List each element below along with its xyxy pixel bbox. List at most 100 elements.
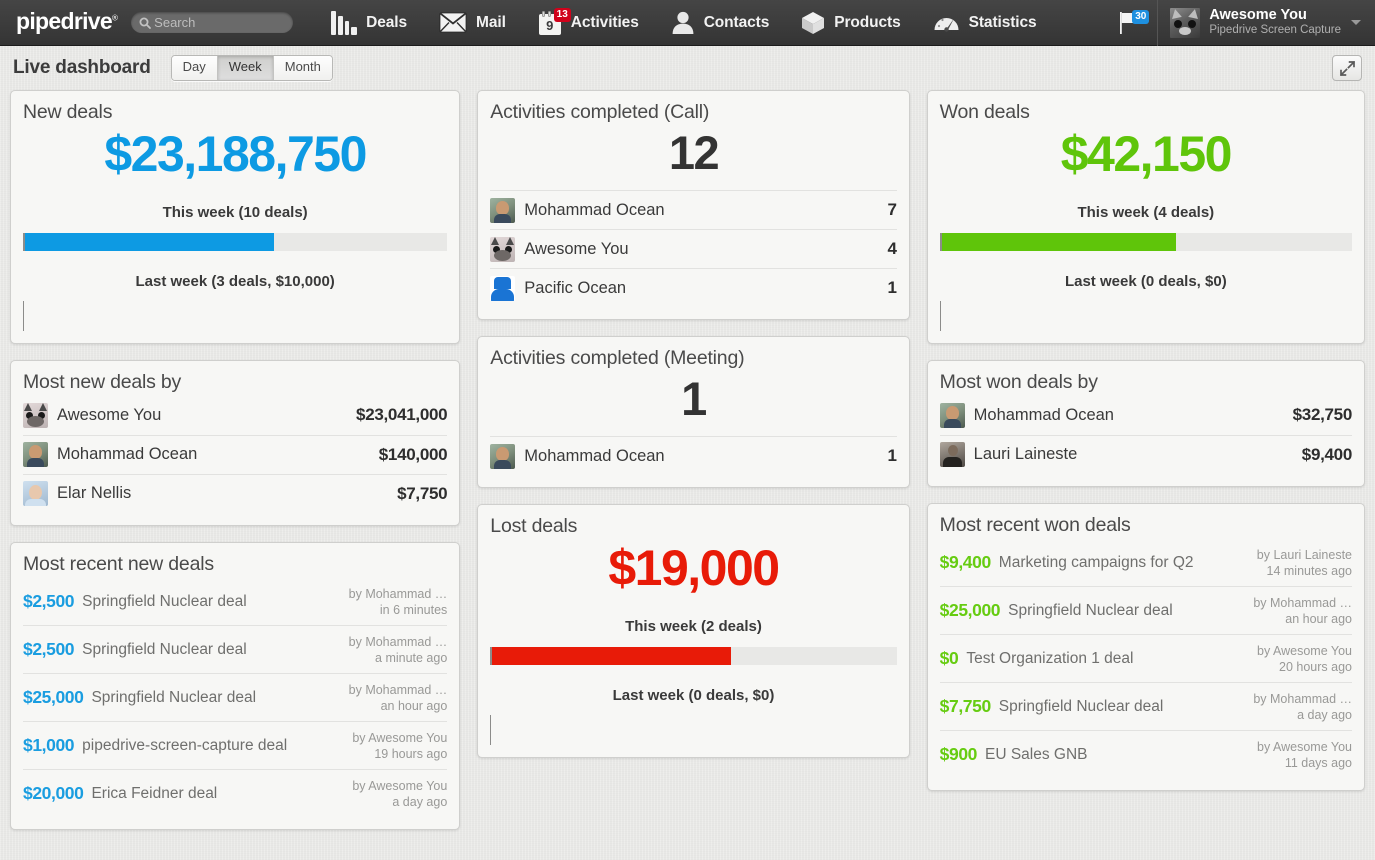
user-avatar: [1170, 7, 1201, 38]
deal-row[interactable]: $0 Test Organization 1 deal by Awesome Y…: [939, 633, 1352, 682]
box-icon: [801, 11, 825, 35]
deals-pipeline-icon: [331, 10, 358, 35]
dashboard-grid: New deals $23,188,750 This week (10 deal…: [0, 90, 1375, 830]
list-item[interactable]: Mohammad Ocean 1: [490, 436, 897, 475]
card-most-recent-new-deals: Most recent new deals $2,500 Springfield…: [10, 541, 461, 830]
new-deals-this-week-bar: [23, 232, 448, 251]
person-value: 4: [887, 239, 897, 259]
new-deals-last-week-bar: [23, 300, 447, 331]
deal-amount: $7,750: [939, 696, 992, 716]
deal-author: by Awesome You: [352, 730, 448, 745]
notifications-flag-button[interactable]: 30: [1109, 0, 1157, 46]
deal-time: 14 minutes ago: [1266, 563, 1352, 578]
chevron-down-icon[interactable]: [1351, 20, 1361, 25]
list-item[interactable]: Awesome You 4: [490, 229, 897, 268]
dashboard-header: Live dashboard Day Week Month: [0, 46, 1375, 90]
card-new-deals: New deals $23,188,750 This week (10 deal…: [10, 90, 461, 344]
deal-meta: by Mohammad … a minute ago: [339, 634, 448, 666]
nav-item-activities[interactable]: 9 13 Activities: [522, 0, 655, 46]
deal-amount: $25,000: [23, 687, 84, 707]
page-title: Live dashboard: [13, 57, 151, 78]
nav-label-products: Products: [834, 13, 901, 31]
deal-time: in 6 minutes: [379, 602, 448, 617]
nav-item-mail[interactable]: Mail: [423, 0, 522, 46]
flag-icon: 30: [1119, 9, 1150, 35]
card-title-won-deals: Won deals: [939, 101, 1030, 123]
deal-row[interactable]: $25,000 Springfield Nuclear deal by Moha…: [939, 585, 1352, 634]
expand-arrows-icon: [1339, 60, 1355, 76]
list-item[interactable]: Elar Nellis $7,750: [23, 473, 448, 513]
nav-item-contacts[interactable]: Contacts: [655, 0, 786, 46]
deal-row[interactable]: $900 EU Sales GNB by Awesome You 11 days…: [939, 729, 1352, 778]
deal-title: pipedrive-screen-capture deal: [82, 736, 288, 754]
avatar: [939, 402, 965, 428]
range-option-month[interactable]: Month: [273, 56, 332, 80]
deal-row[interactable]: $2,500 Springfield Nuclear deal by Moham…: [23, 624, 448, 673]
top-navigation-bar: pipedrive® Deals Mail: [0, 0, 1375, 46]
avatar: [23, 442, 48, 467]
list-item[interactable]: Mohammad Ocean 7: [490, 190, 897, 229]
pipedrive-logo[interactable]: pipedrive®: [0, 8, 127, 35]
user-name: Awesome You: [1209, 7, 1307, 24]
list-item[interactable]: Pacific Ocean 1: [490, 268, 897, 307]
deal-title: Springfield Nuclear deal: [998, 697, 1164, 715]
deal-amount: $900: [939, 744, 978, 764]
deal-meta: by Mohammad … a day ago: [1243, 691, 1352, 723]
deal-row[interactable]: $2,500 Springfield Nuclear deal by Moham…: [23, 578, 447, 625]
range-option-week[interactable]: Week: [217, 56, 274, 80]
list-item[interactable]: Mohammad Ocean $140,000: [23, 434, 448, 474]
expand-fullscreen-button[interactable]: [1332, 55, 1362, 81]
deal-row[interactable]: $20,000 Erica Feidner deal by Awesome Yo…: [23, 768, 448, 817]
person-name: Mohammad Ocean: [524, 446, 665, 465]
deal-row[interactable]: $9,400 Marketing campaigns for Q2 by Lau…: [940, 539, 1352, 586]
user-menu[interactable]: Awesome You Pipedrive Screen Capture: [1157, 0, 1375, 46]
activities-call-list: Mohammad Ocean 7 Awesome You 4 Pacific O…: [490, 190, 897, 307]
list-item[interactable]: Awesome You $23,041,000: [23, 396, 448, 435]
new-deals-amount: $23,188,750: [104, 126, 367, 182]
envelope-icon: [439, 12, 467, 33]
list-item[interactable]: Mohammad Ocean $32,750: [939, 396, 1352, 435]
nav-label-mail: Mail: [476, 13, 506, 31]
card-most-new-deals-by: Most new deals by Awesome You $23,041,00…: [10, 359, 461, 526]
deal-author: by Awesome You: [1257, 643, 1352, 658]
most-won-deals-by-list: Mohammad Ocean $32,750 Lauri Laineste $9…: [939, 396, 1352, 474]
dashboard-column-left: New deals $23,188,750 This week (10 deal…: [10, 90, 461, 830]
main-nav-items: Deals Mail 9 13 Activities Contacts Prod…: [315, 0, 1052, 46]
nav-item-deals[interactable]: Deals: [315, 0, 423, 46]
person-name: Pacific Ocean: [524, 278, 627, 297]
deal-amount: $0: [939, 648, 959, 668]
deal-title: Springfield Nuclear deal: [91, 688, 257, 706]
won-deals-last-week-bar: [939, 300, 1352, 331]
deal-row[interactable]: $1,000 pipedrive-screen-capture deal by …: [23, 720, 448, 769]
deal-row[interactable]: $7,750 Springfield Nuclear deal by Moham…: [939, 681, 1352, 730]
person-name: Mohammad Ocean: [57, 445, 198, 463]
person-name: Elar Nellis: [57, 484, 132, 502]
deal-author: by Mohammad …: [348, 682, 448, 697]
nav-item-products[interactable]: Products: [785, 0, 916, 46]
dashboard-column-right: Won deals $42,150 This week (4 deals) La…: [926, 90, 1365, 791]
lost-deals-this-week-label: This week (2 deals): [625, 617, 762, 635]
deal-row[interactable]: $25,000 Springfield Nuclear deal by Moha…: [23, 672, 448, 721]
card-most-won-deals-by: Most won deals by Mohammad Ocean $32,750…: [926, 359, 1365, 487]
lost-deals-this-week-bar: [490, 646, 897, 665]
won-deals-last-week-label: Last week (0 deals, $0): [1064, 272, 1227, 290]
list-item[interactable]: Lauri Laineste $9,400: [939, 434, 1352, 474]
deal-author: by Mohammad …: [348, 586, 448, 601]
nav-item-statistics[interactable]: Statistics: [917, 0, 1053, 46]
card-activities-completed-call: Activities completed (Call) 12 Mohammad …: [477, 90, 910, 321]
avatar: [490, 275, 516, 301]
range-option-day[interactable]: Day: [171, 56, 218, 80]
deal-amount: $2,500: [23, 639, 75, 659]
search-input[interactable]: [154, 15, 286, 30]
lost-deals-last-week-bar: [490, 714, 896, 745]
deal-time: 19 hours ago: [374, 746, 448, 761]
deal-meta: by Lauri Laineste 14 minutes ago: [1247, 547, 1352, 579]
deal-meta: by Mohammad … in 6 minutes: [339, 586, 448, 618]
avatar: [23, 402, 48, 428]
card-lost-deals: Lost deals $19,000 This week (2 deals) L…: [477, 504, 910, 758]
card-title-new-deals: New deals: [23, 101, 113, 123]
deal-title: Erica Feidner deal: [91, 784, 218, 802]
search-box[interactable]: [131, 12, 294, 33]
deal-amount: $9,400: [939, 552, 992, 572]
logo-text: pipedrive: [16, 8, 113, 34]
